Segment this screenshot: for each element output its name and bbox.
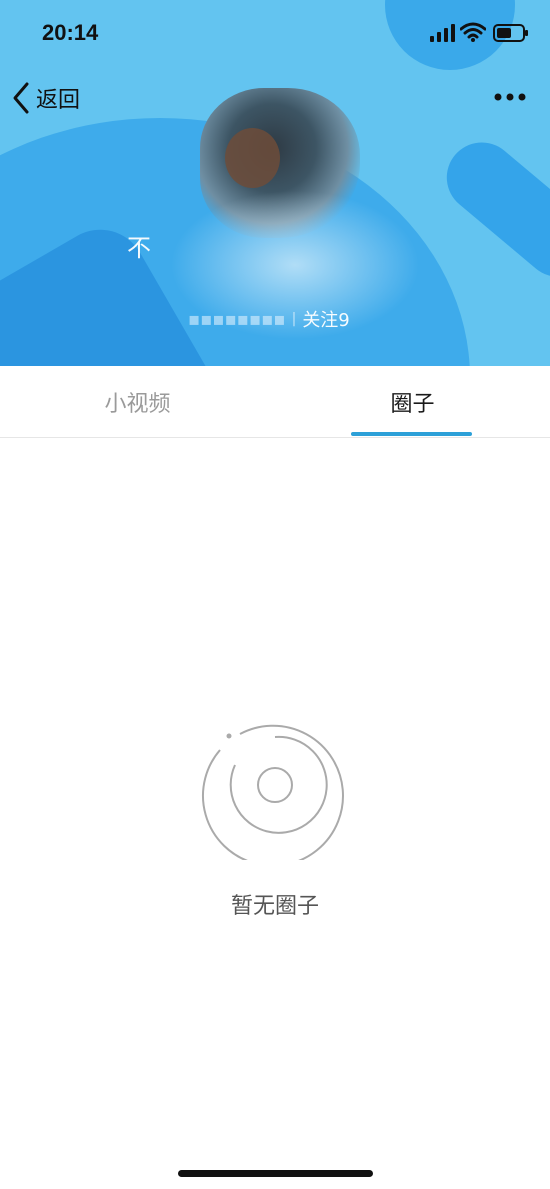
cover-decoration <box>432 128 550 292</box>
profile-stats: ▪▪▪▪▪▪▪▪ | 关注9 <box>188 306 350 332</box>
empty-circle-icon <box>202 724 344 860</box>
status-bar: 20:14 <box>0 0 550 66</box>
tab-short-video[interactable]: 小视频 <box>0 366 275 438</box>
follow-count[interactable]: 关注9 <box>302 306 349 332</box>
status-time: 20:14 <box>42 20 99 45</box>
back-button[interactable]: 返回 <box>10 80 80 116</box>
chevron-left-icon <box>13 82 29 114</box>
profile-cover: 不 ▪▪▪▪▪▪▪▪ | 关注9 20:14 返回 <box>0 0 550 366</box>
wifi-icon <box>460 22 486 42</box>
empty-state-message: 暂无圈子 <box>230 894 319 919</box>
stats-separator: | <box>291 311 297 327</box>
active-tab-indicator <box>351 432 472 436</box>
fans-count-blurred: ▪▪▪▪▪▪▪▪ <box>188 308 286 330</box>
tab-bar: 小视频 圈子 <box>0 366 550 438</box>
home-indicator[interactable] <box>178 1170 373 1177</box>
username-partial: 不 <box>127 234 151 262</box>
signal-icon <box>430 24 455 42</box>
battery-icon <box>493 24 528 42</box>
more-dots-icon[interactable] <box>492 86 528 108</box>
tab-circles[interactable]: 圈子 <box>275 366 550 438</box>
back-label: 返回 <box>36 88 81 113</box>
